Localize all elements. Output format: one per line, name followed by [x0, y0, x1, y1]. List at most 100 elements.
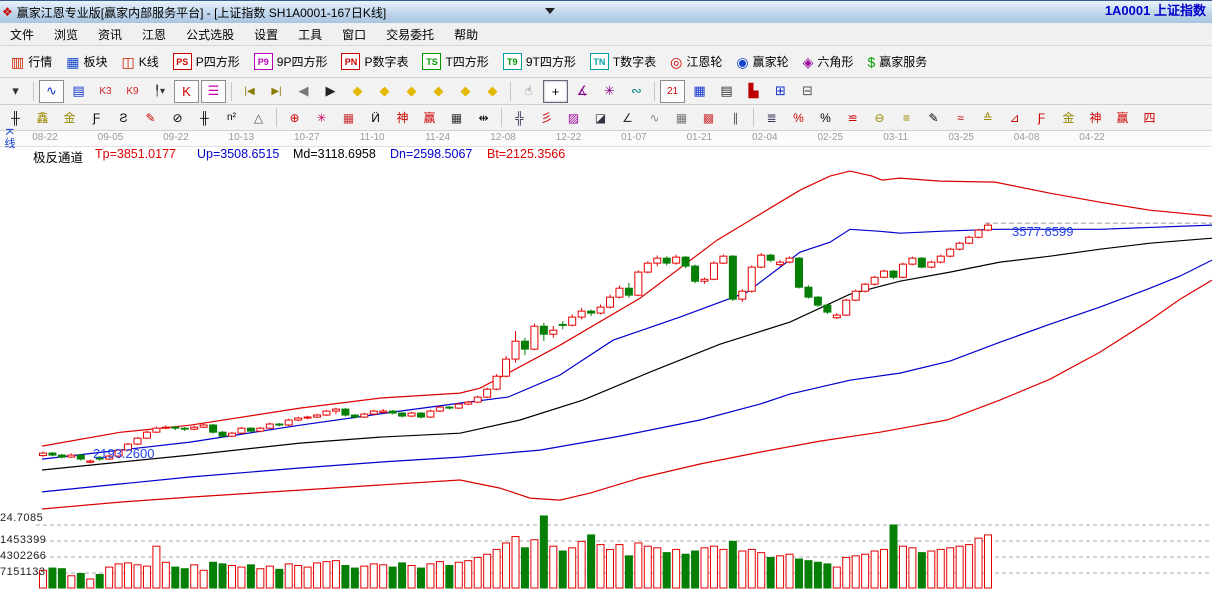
circle-gauge-icon[interactable]: ⊘ [165, 106, 190, 129]
angle-a-icon[interactable]: △ [246, 106, 271, 129]
toolbar-button-gann-wheel[interactable]: ◎江恩轮 [663, 49, 729, 75]
calculator-icon[interactable]: ▦ [687, 80, 712, 103]
hand-icon[interactable]: ☝ [516, 80, 541, 103]
gann-diamond-expand-icon[interactable]: ◆ [399, 80, 424, 103]
k9-bars-icon[interactable]: K9 [120, 80, 145, 103]
kchart-icon[interactable]: K [174, 80, 199, 103]
menu-设置[interactable]: 设置 [244, 24, 288, 45]
red-grid2-icon[interactable]: ▩ [696, 106, 721, 129]
gann-diamond-center-icon[interactable]: ◆ [453, 80, 478, 103]
toolbar-label: 行情 [28, 53, 52, 70]
toolbar-button-t-table[interactable]: TNT数字表 [583, 49, 663, 75]
toolbar-button-p-table[interactable]: PNP数字表 [334, 49, 415, 75]
first-page-icon[interactable]: |◀ [237, 80, 262, 103]
pencil-icon[interactable]: ✎ [138, 106, 163, 129]
curve-icon[interactable]: ∿ [39, 80, 64, 103]
toolbar-button-sectors[interactable]: ▦板块 [59, 49, 114, 75]
kn-marker-icon[interactable]: Ӥ [363, 106, 388, 129]
parallel-lines-icon[interactable]: ∥ [723, 106, 748, 129]
circle-cross-icon[interactable]: ⊕ [282, 106, 307, 129]
crosshair-icon[interactable]: + [543, 80, 568, 103]
toolbar-button-kline[interactable]: ◫K线 [115, 49, 166, 75]
doc-icon[interactable]: ▤ [66, 80, 91, 103]
comb-ruler-icon[interactable]: ╫ [3, 106, 28, 129]
shen-slash-icon[interactable]: 神 [1083, 106, 1108, 129]
f-ruler-icon[interactable]: Ƒ [84, 106, 109, 129]
menu-浏览[interactable]: 浏览 [44, 24, 88, 45]
notebook-icon[interactable]: ▤ [714, 80, 739, 103]
trend-lines-icon[interactable]: ∠ [615, 106, 640, 129]
percent-line-icon[interactable]: % [786, 106, 811, 129]
comb2-icon[interactable]: ╫ [192, 106, 217, 129]
date-tick-04-08: 04-08 [1014, 132, 1040, 143]
zigzag-icon[interactable]: ∿ [642, 106, 667, 129]
menu-资讯[interactable]: 资讯 [88, 24, 132, 45]
list-box-icon[interactable]: ≣ [759, 106, 784, 129]
dark-fan-icon[interactable]: ◪ [588, 106, 613, 129]
toolbar-button-winner-service[interactable]: $赢家服务 [860, 49, 934, 75]
gold-angle-icon[interactable]: ≙ [975, 106, 1000, 129]
prev-icon[interactable]: ◀ [291, 80, 316, 103]
k3-bars-icon[interactable]: K3 [93, 80, 118, 103]
gold-ruler-icon[interactable]: 金 [57, 106, 82, 129]
dropdown-arrow-icon[interactable]: ▾ [3, 80, 28, 103]
gold-slash-icon[interactable]: 金 [1056, 106, 1081, 129]
n2-ruler-icon[interactable]: n² [219, 106, 244, 129]
gold-comb-icon[interactable]: 鑫 [30, 106, 55, 129]
wave-percent-icon[interactable]: ≌ [840, 106, 865, 129]
percent-icon[interactable]: % [813, 106, 838, 129]
symbol-name[interactable]: 上证指数 [1154, 3, 1206, 18]
candle-style-icon[interactable]: ╿▾ [147, 80, 172, 103]
collapse-arrow-icon[interactable] [545, 8, 555, 14]
ying-ruler-icon[interactable]: 赢 [417, 106, 442, 129]
grid-123-icon[interactable]: ▦ [444, 106, 469, 129]
red-fan-icon[interactable]: 彡 [534, 106, 559, 129]
gann-diamond-left-icon[interactable]: ◆ [345, 80, 370, 103]
gann-diamond-right-icon[interactable]: ◆ [372, 80, 397, 103]
gold-lines-icon[interactable]: ≡ [894, 106, 919, 129]
waves-icon[interactable]: ≈ [948, 106, 973, 129]
pc-sync-icon[interactable]: ⊞ [768, 80, 793, 103]
gold-circle-icon[interactable]: ⊖ [867, 106, 892, 129]
gann-diamond-cross-icon[interactable]: ◆ [426, 80, 451, 103]
shen-ruler-icon[interactable]: 神 [390, 106, 415, 129]
f-angle-icon[interactable]: Ƒ [1029, 106, 1054, 129]
spiral-icon[interactable]: Ƨ [111, 106, 136, 129]
square-grid-icon[interactable]: ▦ [669, 106, 694, 129]
menu-交易委托[interactable]: 交易委托 [376, 24, 444, 45]
j-angle-icon[interactable]: ⊿ [1002, 106, 1027, 129]
histogram-icon[interactable]: ☰ [201, 80, 226, 103]
si-slash-icon[interactable]: 四 [1137, 106, 1162, 129]
menu-帮助[interactable]: 帮助 [444, 24, 488, 45]
menu-江恩[interactable]: 江恩 [132, 24, 176, 45]
angle-measure-icon[interactable]: ∡ [570, 80, 595, 103]
menu-公式选股[interactable]: 公式选股 [176, 24, 244, 45]
toolbar-button-winner-wheel[interactable]: ◉赢家轮 [729, 49, 795, 75]
gann-diamond-all-icon[interactable]: ◆ [480, 80, 505, 103]
toolbar-button-p-square[interactable]: PSP四方形 [166, 49, 247, 75]
ying-slash-icon[interactable]: 赢 [1110, 106, 1135, 129]
toolbar-button-9p-square[interactable]: P99P四方形 [247, 49, 335, 75]
purple-fan-icon[interactable]: ▨ [561, 106, 586, 129]
red-grid-icon[interactable]: ▦ [336, 106, 361, 129]
save-icon[interactable]: ▙ [741, 80, 766, 103]
date-tick-02-04: 02-04 [752, 132, 778, 143]
menu-文件[interactable]: 文件 [0, 24, 44, 45]
wave-brain-icon[interactable]: ∾ [624, 80, 649, 103]
next-icon[interactable]: ▶ [318, 80, 343, 103]
menu-窗口[interactable]: 窗口 [332, 24, 376, 45]
gann-marker-icon[interactable]: ✳ [597, 80, 622, 103]
title-bar[interactable]: ❖ 赢家江恩专业版[赢家内部服务平台] - [上证指数 SH1A0001-167… [0, 0, 1212, 24]
menu-工具[interactable]: 工具 [288, 24, 332, 45]
t-square-icon[interactable]: ╬ [507, 106, 532, 129]
pc-icon[interactable]: ⊟ [795, 80, 820, 103]
toolbar-button-hexagon[interactable]: ◈六角形 [796, 49, 861, 75]
toolbar-button-9t-square[interactable]: T99T四方形 [496, 49, 583, 75]
last-page-icon[interactable]: ▶| [264, 80, 289, 103]
star-grid-icon[interactable]: ✳ [309, 106, 334, 129]
brush-icon[interactable]: ✎ [921, 106, 946, 129]
span-arrows-icon[interactable]: ⇹ [471, 106, 496, 129]
calendar-icon[interactable]: 21 [660, 80, 685, 103]
toolbar-button-quotes[interactable]: ▥行情 [4, 49, 59, 75]
toolbar-button-t-square[interactable]: TST四方形 [415, 49, 495, 75]
